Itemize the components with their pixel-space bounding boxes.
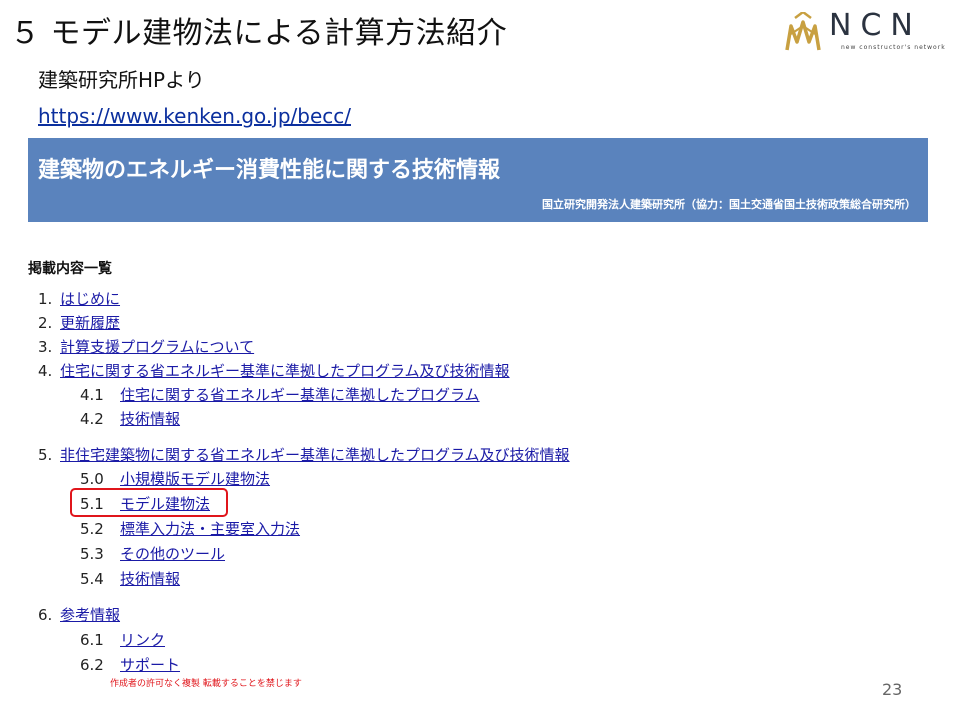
logo-text: NCN <box>829 8 922 43</box>
link-calc-program[interactable]: 計算支援プログラムについて <box>60 338 254 356</box>
list-item: 6.2 サポート <box>80 656 181 674</box>
list-item: 4.1 住宅に関する省エネルギー基準に準拠したプログラム <box>80 386 480 404</box>
ncn-logo-icon <box>785 12 821 51</box>
list-item: 5.0 小規模版モデル建物法 <box>80 470 271 488</box>
list-item: 1. はじめに <box>38 290 121 308</box>
contents-heading: 掲載内容一覧 <box>28 261 112 277</box>
slide-title: ５ モデル建物法による計算方法紹介 <box>10 16 508 51</box>
list-item: 5.2 標準入力法・主要室入力法 <box>80 520 301 538</box>
list-item: 3. 計算支援プログラムについて <box>38 338 255 356</box>
logo-subtitle: new constructor's network <box>841 44 946 51</box>
source-label: 建築研究所HPより <box>38 68 205 92</box>
list-item: 5. 非住宅建築物に関する省エネルギー基準に準拠したプログラム及び技術情報 <box>38 446 570 464</box>
highlight-box <box>70 488 228 517</box>
list-item: 4. 住宅に関する省エネルギー基準に準拠したプログラム及び技術情報 <box>38 362 510 380</box>
list-item: 5.4 技術情報 <box>80 570 181 588</box>
list-item: 6. 参考情報 <box>38 606 121 624</box>
list-item: 5.3 その他のツール <box>80 545 226 563</box>
ncn-logo: NCN new constructor's network <box>785 8 946 60</box>
site-banner: 建築物のエネルギー消費性能に関する技術情報 国立研究開発法人建築研究所（協力：国… <box>28 138 928 222</box>
list-item: 6.1 リンク <box>80 631 166 649</box>
banner-subtitle: 国立研究開発法人建築研究所（協力：国土交通省国土技術政策総合研究所） <box>542 198 916 211</box>
source-url-link[interactable]: https://www.kenken.go.jp/becc/ <box>38 104 351 128</box>
link-residential-program[interactable]: 住宅に関する省エネルギー基準に準拠したプログラム <box>120 386 480 404</box>
list-item: 4.2 技術情報 <box>80 410 181 428</box>
link-reference-info[interactable]: 参考情報 <box>60 606 120 624</box>
copyright-notice: 作成者の許可なく複製 転載することを禁じます <box>110 679 302 689</box>
list-item: 2. 更新履歴 <box>38 314 121 332</box>
page-number: 23 <box>882 680 903 699</box>
banner-title: 建築物のエネルギー消費性能に関する技術情報 <box>38 158 501 183</box>
link-small-model-building[interactable]: 小規模版モデル建物法 <box>120 470 270 488</box>
link-hajimeni[interactable]: はじめに <box>60 290 120 308</box>
link-residential-tech-info[interactable]: 技術情報 <box>120 410 180 428</box>
link-non-residential-tech-info[interactable]: 技術情報 <box>120 570 180 588</box>
link-other-tools[interactable]: その他のツール <box>120 545 225 563</box>
link-links[interactable]: リンク <box>120 631 165 649</box>
link-standard-input[interactable]: 標準入力法・主要室入力法 <box>120 520 300 538</box>
link-support[interactable]: サポート <box>120 656 180 674</box>
website-screenshot: 建築物のエネルギー消費性能に関する技術情報 国立研究開発法人建築研究所（協力：国… <box>28 138 928 688</box>
link-residential[interactable]: 住宅に関する省エネルギー基準に準拠したプログラム及び技術情報 <box>60 362 510 380</box>
link-update-history[interactable]: 更新履歴 <box>60 314 120 332</box>
link-non-residential[interactable]: 非住宅建築物に関する省エネルギー基準に準拠したプログラム及び技術情報 <box>60 446 570 464</box>
